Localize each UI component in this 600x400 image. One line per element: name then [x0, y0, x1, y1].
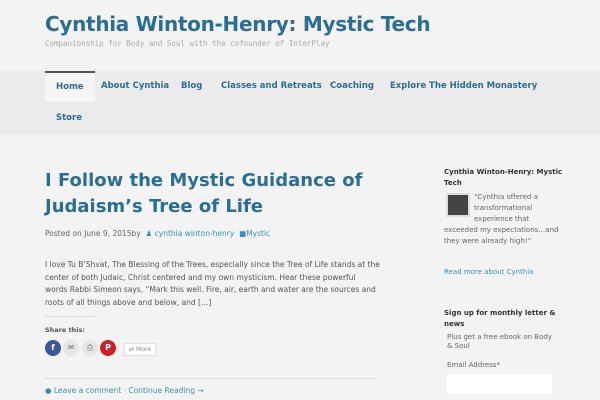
email-input[interactable]: [447, 374, 552, 394]
nav-about-cynthia[interactable]: About Cynthia: [101, 71, 169, 102]
post-author[interactable]: cynthia winton-henry: [155, 229, 235, 238]
email-label: Email Address*: [447, 361, 557, 370]
by-label: by: [131, 229, 141, 238]
post-title[interactable]: I Follow the Mystic Guidance of Judaism’…: [45, 168, 375, 220]
author-photo: [446, 193, 470, 217]
required-mark: *: [496, 361, 501, 369]
post-date[interactable]: June 9, 2015: [84, 229, 131, 238]
signup-promo: Plus get a free ebook on Body & Soul: [447, 333, 552, 350]
widget-title-signup: Sign up for monthly letter & news: [444, 309, 556, 328]
share-label: Share this:: [45, 326, 86, 334]
pinterest-share-icon[interactable]: P: [100, 340, 116, 356]
site-title[interactable]: Cynthia Winton-Henry: Mystic Tech: [45, 12, 431, 36]
read-more-about-link[interactable]: Read more about Cynthia: [444, 268, 533, 276]
separator: ·: [123, 386, 127, 395]
post-footer: ● Leave a comment · Continue Reading →: [45, 386, 204, 395]
email-share-icon[interactable]: ✉: [63, 340, 79, 356]
print-share-icon[interactable]: ⎙: [82, 340, 98, 356]
more-label: More: [136, 346, 151, 353]
nav-blog[interactable]: Blog: [181, 71, 202, 102]
email-label-text: Email Address: [447, 361, 497, 369]
divider: [45, 316, 95, 317]
nav-store[interactable]: Store: [56, 103, 82, 134]
facebook-share-icon[interactable]: f: [45, 340, 61, 356]
nav-home[interactable]: Home: [45, 71, 95, 102]
main-nav: Home About Cynthia Blog Classes and Retr…: [0, 71, 600, 134]
site-tagline: Companionship for Body and Soul with the…: [45, 39, 330, 48]
posted-on-label: Posted on: [45, 229, 82, 238]
post-category[interactable]: Mystic: [246, 229, 270, 238]
user-icon: ♟: [145, 229, 153, 238]
share-icon: ⇄: [129, 346, 135, 353]
leave-comment-link[interactable]: Leave a comment: [54, 386, 121, 395]
post-excerpt: I love Tu B’Shvat, The Blessing of the T…: [45, 260, 380, 307]
comment-icon: ●: [45, 386, 52, 395]
nav-explore-hidden-monastery[interactable]: Explore The Hidden Monastery: [390, 71, 537, 102]
widget-title-about: Cynthia Winton-Henry: Mystic Tech: [444, 168, 563, 187]
nav-classes-and-retreats[interactable]: Classes and Retreats: [221, 71, 322, 102]
continue-reading-link[interactable]: Continue Reading →: [128, 386, 203, 395]
more-share-button[interactable]: ⇄ More: [124, 343, 156, 356]
post-meta: Posted on June 9, 2015by ♟ cynthia winto…: [45, 229, 270, 238]
divider: [45, 378, 377, 379]
nav-coaching[interactable]: Coaching: [330, 71, 374, 102]
